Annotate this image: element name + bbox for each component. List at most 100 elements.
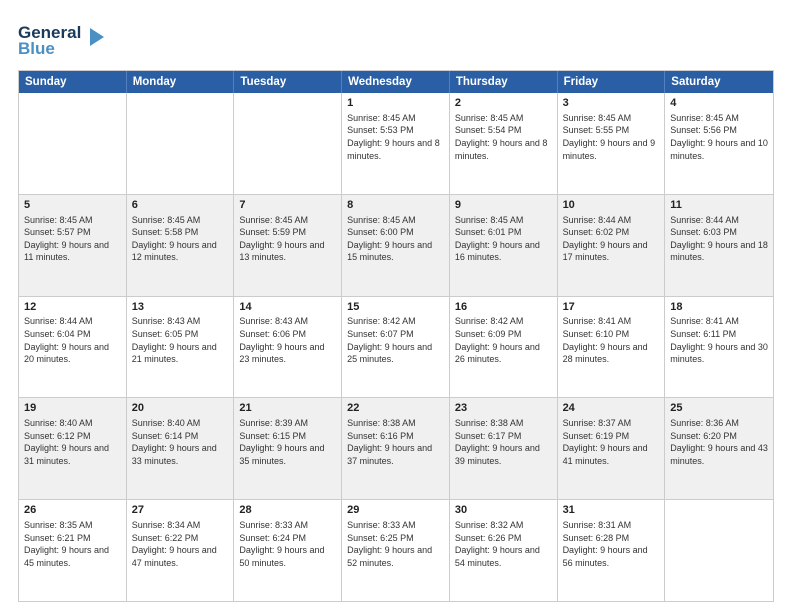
- calendar-day-9: 9Sunrise: 8:45 AM Sunset: 6:01 PM Daylig…: [450, 195, 558, 296]
- calendar-row-4: 26Sunrise: 8:35 AM Sunset: 6:21 PM Dayli…: [19, 499, 773, 601]
- day-info: Sunrise: 8:40 AM Sunset: 6:12 PM Dayligh…: [24, 417, 121, 467]
- calendar: SundayMondayTuesdayWednesdayThursdayFrid…: [18, 70, 774, 602]
- calendar-day-14: 14Sunrise: 8:43 AM Sunset: 6:06 PM Dayli…: [234, 297, 342, 398]
- day-number: 19: [24, 401, 121, 416]
- day-info: Sunrise: 8:43 AM Sunset: 6:06 PM Dayligh…: [239, 315, 336, 365]
- calendar-day-30: 30Sunrise: 8:32 AM Sunset: 6:26 PM Dayli…: [450, 500, 558, 601]
- day-number: 12: [24, 300, 121, 315]
- day-info: Sunrise: 8:44 AM Sunset: 6:03 PM Dayligh…: [670, 214, 768, 264]
- day-number: 7: [239, 198, 336, 213]
- logo-icon: General Blue: [18, 18, 108, 62]
- day-info: Sunrise: 8:45 AM Sunset: 6:00 PM Dayligh…: [347, 214, 444, 264]
- calendar-day-8: 8Sunrise: 8:45 AM Sunset: 6:00 PM Daylig…: [342, 195, 450, 296]
- calendar-day-21: 21Sunrise: 8:39 AM Sunset: 6:15 PM Dayli…: [234, 398, 342, 499]
- calendar-day-19: 19Sunrise: 8:40 AM Sunset: 6:12 PM Dayli…: [19, 398, 127, 499]
- day-of-week-sunday: Sunday: [19, 71, 127, 93]
- day-info: Sunrise: 8:45 AM Sunset: 5:59 PM Dayligh…: [239, 214, 336, 264]
- day-number: 22: [347, 401, 444, 416]
- day-number: 18: [670, 300, 768, 315]
- day-info: Sunrise: 8:40 AM Sunset: 6:14 PM Dayligh…: [132, 417, 229, 467]
- calendar-day-28: 28Sunrise: 8:33 AM Sunset: 6:24 PM Dayli…: [234, 500, 342, 601]
- calendar-day-22: 22Sunrise: 8:38 AM Sunset: 6:16 PM Dayli…: [342, 398, 450, 499]
- empty-cell: [127, 93, 235, 194]
- day-number: 8: [347, 198, 444, 213]
- day-number: 31: [563, 503, 660, 518]
- svg-text:Blue: Blue: [18, 39, 55, 58]
- day-number: 27: [132, 503, 229, 518]
- day-info: Sunrise: 8:45 AM Sunset: 5:58 PM Dayligh…: [132, 214, 229, 264]
- calendar-day-11: 11Sunrise: 8:44 AM Sunset: 6:03 PM Dayli…: [665, 195, 773, 296]
- day-number: 23: [455, 401, 552, 416]
- empty-cell: [19, 93, 127, 194]
- day-info: Sunrise: 8:32 AM Sunset: 6:26 PM Dayligh…: [455, 519, 552, 569]
- day-number: 24: [563, 401, 660, 416]
- calendar-day-27: 27Sunrise: 8:34 AM Sunset: 6:22 PM Dayli…: [127, 500, 235, 601]
- day-info: Sunrise: 8:45 AM Sunset: 6:01 PM Dayligh…: [455, 214, 552, 264]
- day-info: Sunrise: 8:45 AM Sunset: 5:53 PM Dayligh…: [347, 112, 444, 162]
- day-number: 4: [670, 96, 768, 111]
- day-info: Sunrise: 8:39 AM Sunset: 6:15 PM Dayligh…: [239, 417, 336, 467]
- day-info: Sunrise: 8:41 AM Sunset: 6:11 PM Dayligh…: [670, 315, 768, 365]
- day-info: Sunrise: 8:38 AM Sunset: 6:17 PM Dayligh…: [455, 417, 552, 467]
- calendar-day-3: 3Sunrise: 8:45 AM Sunset: 5:55 PM Daylig…: [558, 93, 666, 194]
- day-info: Sunrise: 8:38 AM Sunset: 6:16 PM Dayligh…: [347, 417, 444, 467]
- day-number: 3: [563, 96, 660, 111]
- header: General Blue: [18, 18, 774, 62]
- day-info: Sunrise: 8:41 AM Sunset: 6:10 PM Dayligh…: [563, 315, 660, 365]
- calendar-row-2: 12Sunrise: 8:44 AM Sunset: 6:04 PM Dayli…: [19, 296, 773, 398]
- calendar-day-29: 29Sunrise: 8:33 AM Sunset: 6:25 PM Dayli…: [342, 500, 450, 601]
- day-of-week-thursday: Thursday: [450, 71, 558, 93]
- day-number: 2: [455, 96, 552, 111]
- day-number: 14: [239, 300, 336, 315]
- day-number: 30: [455, 503, 552, 518]
- calendar-day-13: 13Sunrise: 8:43 AM Sunset: 6:05 PM Dayli…: [127, 297, 235, 398]
- day-info: Sunrise: 8:37 AM Sunset: 6:19 PM Dayligh…: [563, 417, 660, 467]
- day-info: Sunrise: 8:45 AM Sunset: 5:55 PM Dayligh…: [563, 112, 660, 162]
- day-info: Sunrise: 8:31 AM Sunset: 6:28 PM Dayligh…: [563, 519, 660, 569]
- day-number: 13: [132, 300, 229, 315]
- day-of-week-tuesday: Tuesday: [234, 71, 342, 93]
- calendar-day-15: 15Sunrise: 8:42 AM Sunset: 6:07 PM Dayli…: [342, 297, 450, 398]
- calendar-day-31: 31Sunrise: 8:31 AM Sunset: 6:28 PM Dayli…: [558, 500, 666, 601]
- day-info: Sunrise: 8:34 AM Sunset: 6:22 PM Dayligh…: [132, 519, 229, 569]
- calendar-day-18: 18Sunrise: 8:41 AM Sunset: 6:11 PM Dayli…: [665, 297, 773, 398]
- page: General Blue SundayMondayTuesdayWednesda…: [0, 0, 792, 612]
- calendar-row-3: 19Sunrise: 8:40 AM Sunset: 6:12 PM Dayli…: [19, 397, 773, 499]
- calendar-day-6: 6Sunrise: 8:45 AM Sunset: 5:58 PM Daylig…: [127, 195, 235, 296]
- day-info: Sunrise: 8:33 AM Sunset: 6:24 PM Dayligh…: [239, 519, 336, 569]
- day-info: Sunrise: 8:42 AM Sunset: 6:09 PM Dayligh…: [455, 315, 552, 365]
- day-number: 25: [670, 401, 768, 416]
- day-number: 29: [347, 503, 444, 518]
- day-number: 6: [132, 198, 229, 213]
- calendar-day-25: 25Sunrise: 8:36 AM Sunset: 6:20 PM Dayli…: [665, 398, 773, 499]
- day-info: Sunrise: 8:44 AM Sunset: 6:02 PM Dayligh…: [563, 214, 660, 264]
- calendar-day-23: 23Sunrise: 8:38 AM Sunset: 6:17 PM Dayli…: [450, 398, 558, 499]
- day-number: 11: [670, 198, 768, 213]
- calendar-row-1: 5Sunrise: 8:45 AM Sunset: 5:57 PM Daylig…: [19, 194, 773, 296]
- day-info: Sunrise: 8:45 AM Sunset: 5:56 PM Dayligh…: [670, 112, 768, 162]
- day-number: 1: [347, 96, 444, 111]
- day-of-week-saturday: Saturday: [665, 71, 773, 93]
- calendar-day-7: 7Sunrise: 8:45 AM Sunset: 5:59 PM Daylig…: [234, 195, 342, 296]
- calendar-day-12: 12Sunrise: 8:44 AM Sunset: 6:04 PM Dayli…: [19, 297, 127, 398]
- empty-cell: [665, 500, 773, 601]
- day-number: 21: [239, 401, 336, 416]
- day-number: 16: [455, 300, 552, 315]
- calendar-day-10: 10Sunrise: 8:44 AM Sunset: 6:02 PM Dayli…: [558, 195, 666, 296]
- day-number: 15: [347, 300, 444, 315]
- day-info: Sunrise: 8:35 AM Sunset: 6:21 PM Dayligh…: [24, 519, 121, 569]
- day-info: Sunrise: 8:42 AM Sunset: 6:07 PM Dayligh…: [347, 315, 444, 365]
- day-number: 10: [563, 198, 660, 213]
- day-info: Sunrise: 8:33 AM Sunset: 6:25 PM Dayligh…: [347, 519, 444, 569]
- calendar-body: 1Sunrise: 8:45 AM Sunset: 5:53 PM Daylig…: [19, 93, 773, 601]
- day-of-week-wednesday: Wednesday: [342, 71, 450, 93]
- calendar-day-24: 24Sunrise: 8:37 AM Sunset: 6:19 PM Dayli…: [558, 398, 666, 499]
- logo: General Blue: [18, 18, 108, 62]
- day-number: 20: [132, 401, 229, 416]
- day-number: 28: [239, 503, 336, 518]
- calendar-day-16: 16Sunrise: 8:42 AM Sunset: 6:09 PM Dayli…: [450, 297, 558, 398]
- day-of-week-friday: Friday: [558, 71, 666, 93]
- day-of-week-monday: Monday: [127, 71, 235, 93]
- calendar-day-17: 17Sunrise: 8:41 AM Sunset: 6:10 PM Dayli…: [558, 297, 666, 398]
- day-info: Sunrise: 8:36 AM Sunset: 6:20 PM Dayligh…: [670, 417, 768, 467]
